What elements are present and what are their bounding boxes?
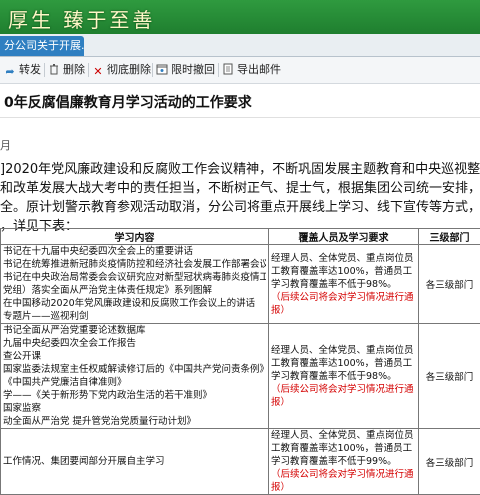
paragraph-line: 全。原计划警示教育参观活动取消，分公司将重点开展线上学习、线下宣传等方式，灵活开…	[0, 198, 480, 217]
tab-strip: 分公司关于开展...	[0, 34, 480, 57]
table-header-row: 学习内容 覆盖人员及学习要求 三级部门	[1, 229, 480, 245]
requirement-cell: 经理人员、全体党员、重点岗位员工教育覆盖率达100%，普通员工学习教育覆盖率不低…	[269, 429, 419, 495]
content-line: 书记在中央政治局常委会会议研究应对新型冠状病毒肺炎疫情工作时的	[3, 271, 266, 284]
content-line: 九届中央纪委四次全会工作报告	[3, 337, 266, 350]
requirement-note: （后续公司将会对学习情况进行通报）	[271, 384, 414, 408]
dept-cell: 各三级部门	[419, 429, 480, 495]
export-mail-button[interactable]: 导出邮件	[222, 62, 281, 78]
content-line: 党组）落实全面从严治党主体责任规定》系列图解	[3, 284, 266, 297]
requirement-text: 经理人员、全体党员、重点岗位员工教育覆盖率达100%，普通员工学习教育覆盖率不低…	[271, 430, 414, 467]
app-banner: 厚生 臻于至善	[0, 0, 480, 34]
content-line: 学——《关于新形势下党内政治生活的若干准则》	[3, 389, 266, 402]
table-row: 工作情况、集团要闻部分开展自主学习 经理人员、全体党员、重点岗位员工教育覆盖率达…	[1, 429, 480, 495]
column-header-requirement: 覆盖人员及学习要求	[269, 229, 419, 245]
content-line: 工作情况、集团要闻部分开展自主学习	[3, 455, 266, 468]
requirement-cell: 经理人员、全体党员、重点岗位员工教育覆盖率达100%，普通员工学习教育覆盖率不低…	[269, 324, 419, 429]
content-line: 国家监委法规室主任权威解读修订后的《中国共产党问责条例》	[3, 363, 266, 376]
content-line: 《中国共产党廉洁自律准则》	[3, 376, 266, 389]
tab-email[interactable]: 分公司关于开展...	[0, 36, 84, 56]
dept-cell: 各三级部门	[419, 324, 480, 429]
study-plan-table: 学习内容 覆盖人员及学习要求 三级部门 书记在十九届中央纪委四次全会上的重要讲话…	[0, 228, 480, 495]
email-meta: 月	[0, 137, 11, 153]
content-cell: 工作情况、集团要闻部分开展自主学习	[1, 429, 269, 495]
banner-logo-text: 厚生 臻于至善	[8, 4, 155, 33]
timed-recall-button[interactable]: 限时撤回	[156, 62, 215, 78]
forward-button[interactable]: ➦转发	[4, 62, 41, 78]
content-line	[3, 442, 266, 455]
timed-recall-icon	[156, 63, 168, 75]
column-header-content: 学习内容	[1, 229, 269, 245]
paragraph-line: 和改革发展大战大考中的责任担当，不断树正气、提士气，根据集团公司统一安排，计划在…	[0, 179, 480, 198]
content-line: 书记在十九届中央纪委四次全会上的重要讲话	[3, 245, 266, 258]
toolbar-separator	[44, 63, 45, 77]
email-subject: 0年反腐倡廉教育月学习活动的工作要求	[4, 92, 252, 112]
permanent-delete-icon: ✕	[92, 66, 104, 78]
permanent-delete-button[interactable]: ✕彻底删除	[92, 62, 151, 78]
dept-cell: 各三级部门	[419, 245, 480, 324]
mail-toolbar: ➦转发 删除 ✕彻底删除 限时撤回 导出邮件	[0, 57, 480, 84]
content-line: 动全面从严治党 提升管党治党质量行动计划》	[3, 415, 266, 428]
delete-icon	[48, 63, 60, 75]
email-body-paragraph: ]2020年党风廉政建设和反腐败工作会议精神，不断巩固发展主题教育和中央巡视整治…	[0, 160, 480, 236]
requirement-text: 经理人员、全体党员、重点岗位员工教育覆盖率达100%，普通员工学习教育覆盖率不低…	[271, 345, 414, 382]
content-line: 书记全面从严治党重要论述数据库	[3, 324, 266, 337]
toolbar-separator	[218, 63, 219, 77]
tab-label: 分公司关于开展...	[4, 39, 84, 52]
content-line: 在中国移动2020年党风廉政建设和反腐败工作会议上的讲话	[3, 297, 266, 310]
requirement-note: （后续公司将会对学习情况进行通报）	[271, 292, 414, 316]
toolbar-separator	[152, 63, 153, 77]
content-cell: 书记在十九届中央纪委四次全会上的重要讲话 书记在统筹推进新冠肺炎疫情防控和经济社…	[1, 245, 269, 324]
paragraph-line: ]2020年党风廉政建设和反腐败工作会议精神，不断巩固发展主题教育和中央巡视整治…	[0, 160, 480, 179]
table-row: 书记全面从严治党重要论述数据库 九届中央纪委四次全会工作报告 查公开课 国家监委…	[1, 324, 480, 429]
delete-button[interactable]: 删除	[48, 62, 85, 78]
content-cell: 书记全面从严治党重要论述数据库 九届中央纪委四次全会工作报告 查公开课 国家监委…	[1, 324, 269, 429]
requirement-cell: 经理人员、全体党员、重点岗位员工教育覆盖率达100%，普通员工学习教育覆盖率不低…	[269, 245, 419, 324]
divider	[0, 117, 480, 118]
requirement-note: （后续公司将会对学习情况进行通报）	[271, 469, 414, 493]
content-line: 书记在统筹推进新冠肺炎疫情防控和经济社会发展工作部署会议上的讲	[3, 258, 266, 271]
content-line: 专题片——巡视利剑	[3, 310, 266, 323]
content-line: 查公开课	[3, 350, 266, 363]
content-line	[3, 468, 266, 481]
export-mail-icon	[222, 63, 234, 75]
requirement-text: 经理人员、全体党员、重点岗位员工教育覆盖率达100%，普通员工学习教育覆盖率不低…	[271, 253, 414, 290]
table-row: 书记在十九届中央纪委四次全会上的重要讲话 书记在统筹推进新冠肺炎疫情防控和经济社…	[1, 245, 480, 324]
content-line: 国家监察	[3, 402, 266, 415]
forward-icon: ➦	[4, 66, 16, 78]
column-header-dept: 三级部门	[419, 229, 480, 245]
toolbar-separator	[88, 63, 89, 77]
